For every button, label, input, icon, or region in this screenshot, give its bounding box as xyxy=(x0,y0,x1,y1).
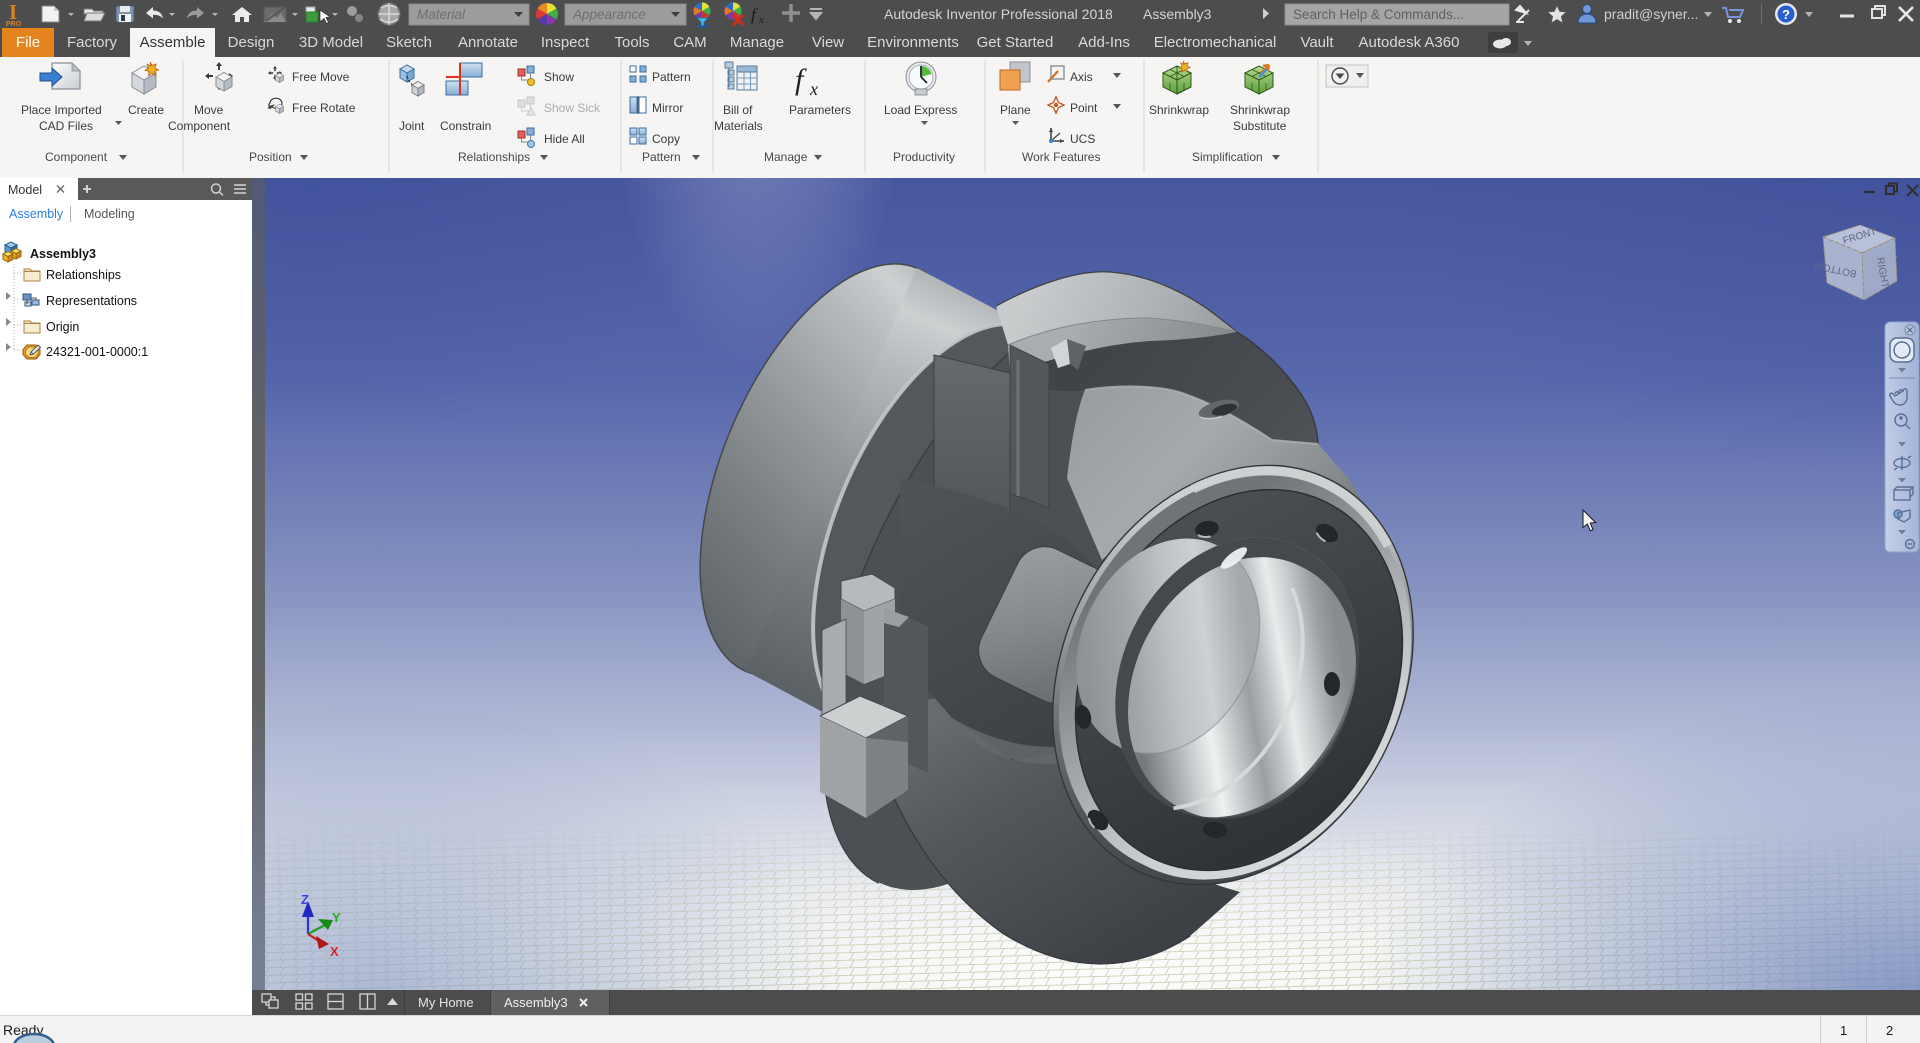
svg-text:Shrinkwrap: Shrinkwrap xyxy=(1149,103,1209,117)
svg-text:24321-001-0000:1: 24321-001-0000:1 xyxy=(46,345,148,359)
svg-text:Axis: Axis xyxy=(1070,70,1093,84)
svg-text:Pattern: Pattern xyxy=(642,150,681,164)
svg-text:Materials: Materials xyxy=(714,119,763,133)
svg-text:Substitute: Substitute xyxy=(1233,119,1287,133)
svg-text:Component: Component xyxy=(45,150,108,164)
svg-text:Bill of: Bill of xyxy=(723,103,753,117)
svg-text:Autodesk Inventor Professional: Autodesk Inventor Professional 2018 xyxy=(884,6,1113,22)
svg-text:Relationships: Relationships xyxy=(458,150,530,164)
svg-text:Plane: Plane xyxy=(1000,103,1031,117)
svg-text:Mirror: Mirror xyxy=(652,101,683,115)
svg-text:Material: Material xyxy=(417,7,466,22)
svg-text:My Home: My Home xyxy=(418,995,474,1010)
svg-text:Search Help & Commands...: Search Help & Commands... xyxy=(1293,7,1464,22)
svg-text:Relationships: Relationships xyxy=(46,268,121,282)
svg-text:Origin: Origin xyxy=(46,320,79,334)
svg-text:Component: Component xyxy=(168,119,231,133)
svg-text:Work Features: Work Features xyxy=(1022,150,1100,164)
svg-text:Pattern: Pattern xyxy=(652,70,691,84)
svg-text:Representations: Representations xyxy=(46,294,137,308)
svg-text:Hide All: Hide All xyxy=(544,132,585,146)
svg-text:Shrinkwrap: Shrinkwrap xyxy=(1230,103,1290,117)
svg-text:Copy: Copy xyxy=(652,132,680,146)
svg-text:Appearance: Appearance xyxy=(572,7,646,22)
svg-text:Assembly3: Assembly3 xyxy=(504,995,568,1010)
svg-text:Load Express: Load Express xyxy=(884,103,957,117)
svg-text:Modeling: Modeling xyxy=(84,207,135,221)
svg-text:Parameters: Parameters xyxy=(789,103,851,117)
svg-text:Free Move: Free Move xyxy=(292,70,350,84)
svg-text:Constrain: Constrain xyxy=(440,119,491,133)
svg-text:Assembly: Assembly xyxy=(9,207,64,221)
svg-text:Show: Show xyxy=(544,70,574,84)
svg-text:Create: Create xyxy=(128,103,164,117)
svg-text:Y: Y xyxy=(332,910,341,925)
svg-text:Point: Point xyxy=(1070,101,1098,115)
svg-text:Free Rotate: Free Rotate xyxy=(292,101,356,115)
svg-text:pradit@syner...: pradit@syner... xyxy=(1604,6,1698,22)
svg-text:UCS: UCS xyxy=(1070,132,1095,146)
svg-text:Place Imported: Place Imported xyxy=(21,103,102,117)
svg-text:X: X xyxy=(330,944,339,959)
svg-text:CAD Files: CAD Files xyxy=(39,119,93,133)
svg-text:Joint: Joint xyxy=(399,119,425,133)
svg-text:Z: Z xyxy=(301,892,309,907)
svg-text:Manage: Manage xyxy=(764,150,808,164)
svg-text:x: x xyxy=(809,79,818,99)
svg-text:?: ? xyxy=(1782,7,1790,22)
svg-text:Simplification: Simplification xyxy=(1192,150,1263,164)
svg-text:Assembly3: Assembly3 xyxy=(1143,6,1212,22)
svg-text:Model: Model xyxy=(8,183,42,197)
svg-text:PRO: PRO xyxy=(6,21,22,28)
svg-text:Show Sick: Show Sick xyxy=(544,101,601,115)
svg-text:Productivity: Productivity xyxy=(893,150,955,164)
svg-text:x: x xyxy=(758,14,764,26)
svg-text:Move: Move xyxy=(194,103,224,117)
svg-text:Position: Position xyxy=(249,150,292,164)
svg-text:Assembly3: Assembly3 xyxy=(30,247,96,261)
